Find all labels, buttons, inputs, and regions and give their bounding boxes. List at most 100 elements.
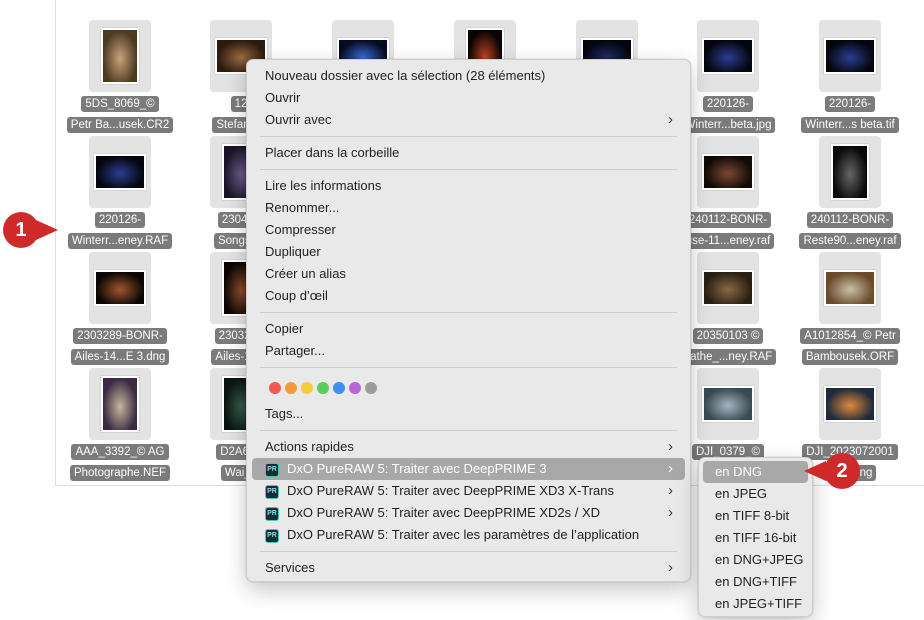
- file-name-line: AAA_3392_© AG: [71, 444, 169, 460]
- photo-thumbnail: [824, 38, 876, 74]
- file-item[interactable]: 220126- Winterr...s beta.tif: [789, 20, 911, 133]
- pureraw-app-icon: PR: [265, 462, 279, 477]
- file-name: 220126- Winterr...s beta.tif: [789, 96, 911, 138]
- menu-item-new-folder[interactable]: Nouveau dossier avec la sélection (28 él…: [252, 65, 685, 87]
- submenu-item-label: en DNG+JPEG: [715, 552, 804, 567]
- menu-item-pureraw-xd3-xtrans[interactable]: PR DxO PureRAW 5: Traiter avec DeepPRIME …: [252, 480, 685, 502]
- submenu-item[interactable]: en JPEG+TIFF: [703, 593, 808, 615]
- file-name: 220126- Winterr...eney.RAF: [59, 212, 181, 254]
- menu-item-trash[interactable]: Placer dans la corbeille: [252, 142, 685, 164]
- file-name-line: Winterr...s beta.tif: [801, 117, 899, 133]
- menu-item-label: Lire les informations: [265, 178, 382, 193]
- chevron-right-icon: ›: [668, 482, 673, 499]
- menu-item-label: DxO PureRAW 5: Traiter avec les paramètr…: [287, 527, 640, 542]
- file-name-line: 240112-BONR-: [684, 212, 772, 228]
- file-thumbnail-frame: [697, 252, 759, 324]
- menu-item-rename[interactable]: Renommer...: [252, 197, 685, 219]
- export-format-submenu: en DNG en JPEG en TIFF 8-bit en TIFF 16-bit…: [698, 457, 813, 617]
- file-name: 5DS_8069_© Petr Ba...usek.CR2: [59, 96, 181, 138]
- file-name-line: Bambousek.ORF: [801, 349, 899, 365]
- menu-item-pureraw-xd2s-xd[interactable]: PR DxO PureRAW 5: Traiter avec DeepPRIME …: [252, 502, 685, 524]
- submenu-item[interactable]: en TIFF 16-bit: [703, 527, 808, 549]
- file-thumbnail-frame: [819, 136, 881, 208]
- tag-color-dot[interactable]: [365, 382, 377, 394]
- submenu-item[interactable]: en DNG: [703, 461, 808, 483]
- file-name-line: 220126-: [824, 96, 876, 112]
- menu-item-compress[interactable]: Compresser: [252, 219, 685, 241]
- menu-item-label: Ouvrir avec: [265, 112, 332, 127]
- submenu-item[interactable]: en DNG+TIFF: [703, 571, 808, 593]
- file-name-line: Photographe.NEF: [69, 465, 171, 481]
- menu-item-open-with[interactable]: Ouvrir avec ›: [252, 109, 685, 131]
- file-item[interactable]: AAA_3392_© AG Photographe.NEF: [59, 368, 181, 481]
- file-name-line: Petr Ba...usek.CR2: [66, 117, 174, 133]
- menu-item-copy[interactable]: Copier: [252, 318, 685, 340]
- menu-item-open[interactable]: Ouvrir: [252, 87, 685, 109]
- menu-item-label: Dupliquer: [265, 244, 321, 259]
- file-name: 240112-BONR- Reste90...eney.raf: [789, 212, 911, 254]
- tag-color-dot[interactable]: [317, 382, 329, 394]
- menu-item-label: Partager...: [265, 343, 325, 358]
- submenu-item-label: en TIFF 16-bit: [715, 530, 797, 545]
- file-thumbnail-frame: [89, 368, 151, 440]
- menu-item-label: Nouveau dossier avec la sélection (28 él…: [265, 68, 546, 83]
- chevron-right-icon: ›: [668, 504, 673, 521]
- file-name-line: 240112-BONR-: [806, 212, 894, 228]
- menu-item-label: DxO PureRAW 5: Traiter avec DeepPRIME 3: [287, 461, 547, 476]
- file-name-line: 20350103 ©: [692, 328, 764, 344]
- file-name-line: Winterr...eney.RAF: [67, 233, 173, 249]
- tag-color-dot[interactable]: [269, 382, 281, 394]
- file-name-line: A1012854_© Petr: [800, 328, 900, 344]
- file-thumbnail-frame: [819, 20, 881, 92]
- photo-thumbnail: [702, 154, 754, 190]
- chevron-right-icon: ›: [668, 460, 673, 477]
- file-thumbnail-frame: [89, 20, 151, 92]
- file-name-line: 2303289-BONR-: [73, 328, 167, 344]
- menu-item-services[interactable]: Services ›: [252, 557, 685, 579]
- file-item[interactable]: A1012854_© Petr Bambousek.ORF: [789, 252, 911, 365]
- file-item[interactable]: 2303289-BONR- Ailes-14...E 3.dng: [59, 252, 181, 365]
- menu-item-duplicate[interactable]: Dupliquer: [252, 241, 685, 263]
- callout-2: 2: [804, 453, 866, 489]
- file-name-line: Winterr...beta.jpg: [680, 117, 776, 133]
- file-item[interactable]: 240112-BONR- Reste90...eney.raf: [789, 136, 911, 249]
- file-name: AAA_3392_© AG Photographe.NEF: [59, 444, 181, 486]
- menu-item-quick-actions[interactable]: Actions rapides ›: [252, 436, 685, 458]
- menu-item-pureraw-app-settings[interactable]: PR DxO PureRAW 5: Traiter avec les paramè…: [252, 524, 685, 546]
- submenu-item-label: en TIFF 8-bit: [715, 508, 790, 523]
- menu-item-make-alias[interactable]: Créer un alias: [252, 263, 685, 285]
- menu-item-tags[interactable]: Tags...: [252, 403, 685, 425]
- menu-item-label: Coup d’œil: [265, 288, 328, 303]
- photo-thumbnail: [831, 144, 869, 200]
- tag-color-dot[interactable]: [285, 382, 297, 394]
- photo-thumbnail: [94, 154, 146, 190]
- submenu-item[interactable]: en JPEG: [703, 483, 808, 505]
- menu-item-pureraw-deepprime3[interactable]: PR DxO PureRAW 5: Traiter avec DeepPRIME …: [252, 458, 685, 480]
- file-name: 2303289-BONR- Ailes-14...E 3.dng: [59, 328, 181, 370]
- context-menu: Nouveau dossier avec la sélection (28 él…: [246, 59, 691, 582]
- tag-color-dot[interactable]: [333, 382, 345, 394]
- menu-item-label: Actions rapides: [265, 439, 354, 454]
- menu-item-share[interactable]: Partager...: [252, 340, 685, 362]
- photo-thumbnail: [101, 376, 139, 432]
- file-name-line: 220126-: [702, 96, 754, 112]
- menu-item-label: Compresser: [265, 222, 336, 237]
- file-thumbnail-frame: [819, 252, 881, 324]
- tag-color-dot[interactable]: [301, 382, 313, 394]
- submenu-item[interactable]: en DNG+JPEG: [703, 549, 808, 571]
- menu-item-label: Placer dans la corbeille: [265, 145, 400, 160]
- photo-thumbnail: [101, 28, 139, 84]
- photo-thumbnail: [702, 38, 754, 74]
- file-item[interactable]: 5DS_8069_© Petr Ba...usek.CR2: [59, 20, 181, 133]
- menu-item-quick-look[interactable]: Coup d’œil: [252, 285, 685, 307]
- file-item[interactable]: 220126- Winterr...eney.RAF: [59, 136, 181, 249]
- menu-separator: [260, 551, 677, 552]
- photo-thumbnail: [702, 270, 754, 306]
- menu-separator: [260, 169, 677, 170]
- tag-color-dot[interactable]: [349, 382, 361, 394]
- menu-separator: [260, 430, 677, 431]
- submenu-item[interactable]: en TIFF 8-bit: [703, 505, 808, 527]
- menu-item-get-info[interactable]: Lire les informations: [252, 175, 685, 197]
- file-name-line: Ailes-14...E 3.dng: [70, 349, 170, 365]
- file-thumbnail-frame: [819, 368, 881, 440]
